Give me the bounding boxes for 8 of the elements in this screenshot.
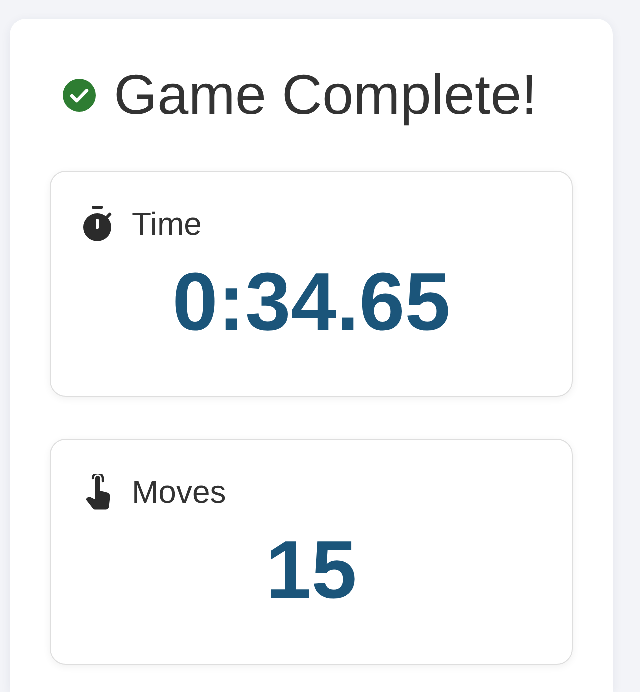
results-title: Game Complete! [114,63,538,127]
stopwatch-icon [81,206,114,242]
stat-value: 15 [264,524,358,618]
check-circle-icon [63,78,96,112]
stat-label: Time [132,205,202,243]
stat-value: 0:34.65 [171,256,452,350]
stat-label: Moves [132,473,226,511]
pointing-hand-icon [85,474,111,510]
